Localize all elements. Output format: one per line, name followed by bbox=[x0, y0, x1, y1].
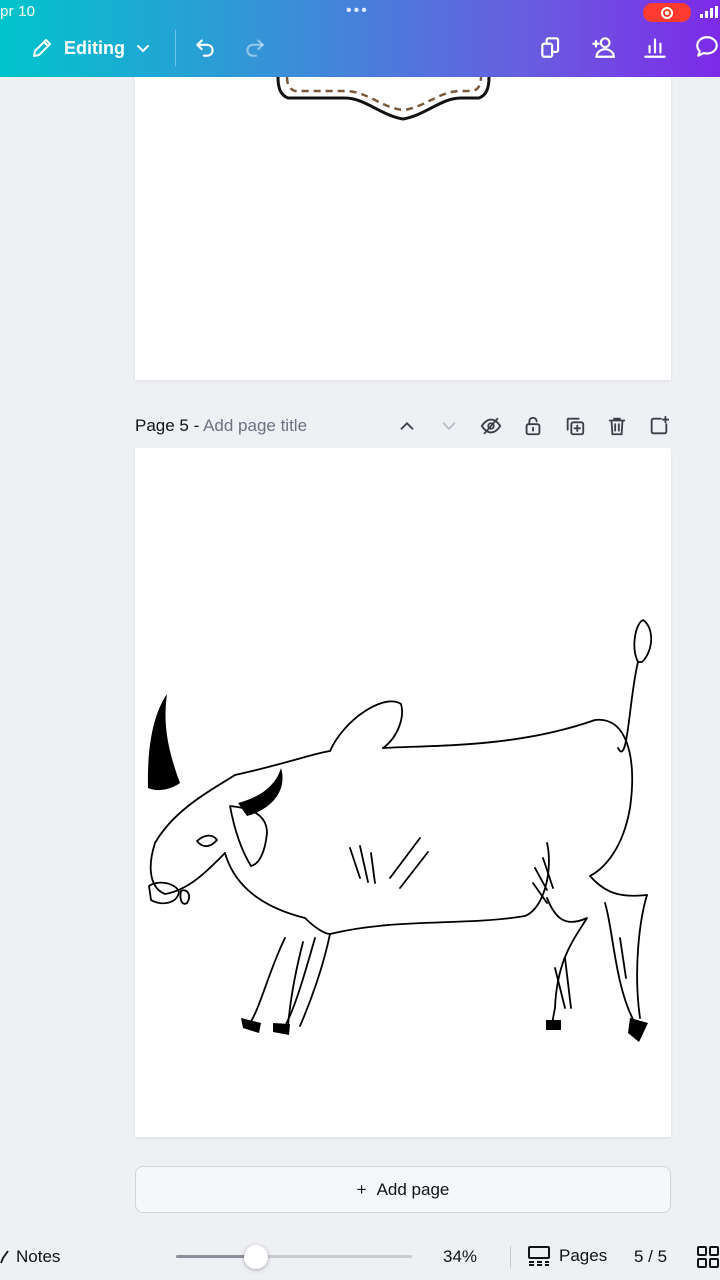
multitasking-dots[interactable]: ••• bbox=[346, 2, 369, 20]
notes-button[interactable]: Notes bbox=[0, 1247, 60, 1267]
editing-mode-button[interactable]: Editing bbox=[30, 30, 151, 66]
toolbar-divider bbox=[175, 30, 176, 66]
status-time: pr 10 bbox=[0, 3, 36, 20]
trash-icon[interactable] bbox=[605, 414, 629, 438]
notes-label: Notes bbox=[16, 1247, 61, 1266]
signal-icon bbox=[700, 6, 718, 18]
pages-icon[interactable] bbox=[536, 32, 566, 62]
hide-icon[interactable] bbox=[479, 414, 503, 438]
pencil-icon bbox=[0, 1250, 9, 1264]
lock-icon[interactable] bbox=[521, 414, 545, 438]
page-title-input[interactable]: Add page title bbox=[203, 416, 307, 435]
page-5-header: Page 5 - Add page title bbox=[135, 414, 671, 438]
chevron-down-icon bbox=[137, 45, 149, 53]
page-number-label: Page 5 - bbox=[135, 416, 200, 435]
add-page-button[interactable]: + Add page bbox=[135, 1166, 671, 1213]
zoom-percentage[interactable]: 34% bbox=[443, 1247, 477, 1267]
pages-button[interactable]: Pages bbox=[528, 1246, 607, 1266]
pencil-icon bbox=[33, 39, 51, 57]
page-5-canvas[interactable] bbox=[135, 448, 671, 1137]
zoom-slider-thumb[interactable] bbox=[244, 1245, 269, 1269]
label-frame-graphic bbox=[276, 77, 491, 121]
plus-icon: + bbox=[356, 1179, 367, 1199]
page-counter: 5 / 5 bbox=[634, 1247, 668, 1266]
page-4-canvas[interactable] bbox=[135, 77, 671, 380]
redo-icon[interactable] bbox=[240, 32, 270, 62]
top-toolbar: pr 10 ••• Editing bbox=[0, 0, 720, 77]
add-page-icon[interactable] bbox=[647, 414, 671, 438]
pages-label: Pages bbox=[559, 1246, 608, 1265]
zoom-slider[interactable] bbox=[176, 1245, 412, 1269]
duplicate-icon[interactable] bbox=[563, 414, 587, 438]
add-page-label: Add page bbox=[376, 1179, 450, 1199]
pages-grid-icon bbox=[528, 1246, 550, 1266]
screen-recording-indicator bbox=[643, 3, 691, 22]
undo-icon[interactable] bbox=[190, 32, 220, 62]
chevron-up-icon[interactable] bbox=[395, 414, 419, 438]
bull-drawing[interactable] bbox=[135, 448, 671, 1137]
grid-view-icon[interactable] bbox=[697, 1246, 719, 1273]
chevron-down-icon bbox=[437, 414, 461, 438]
editing-mode-label: Editing bbox=[64, 37, 125, 58]
bottom-bar: Notes 34% Pages 5 / 5 bbox=[0, 1232, 720, 1280]
insights-icon[interactable] bbox=[640, 32, 670, 62]
share-people-icon[interactable] bbox=[588, 32, 618, 62]
bottom-divider bbox=[510, 1246, 511, 1268]
comment-icon[interactable] bbox=[692, 32, 720, 62]
